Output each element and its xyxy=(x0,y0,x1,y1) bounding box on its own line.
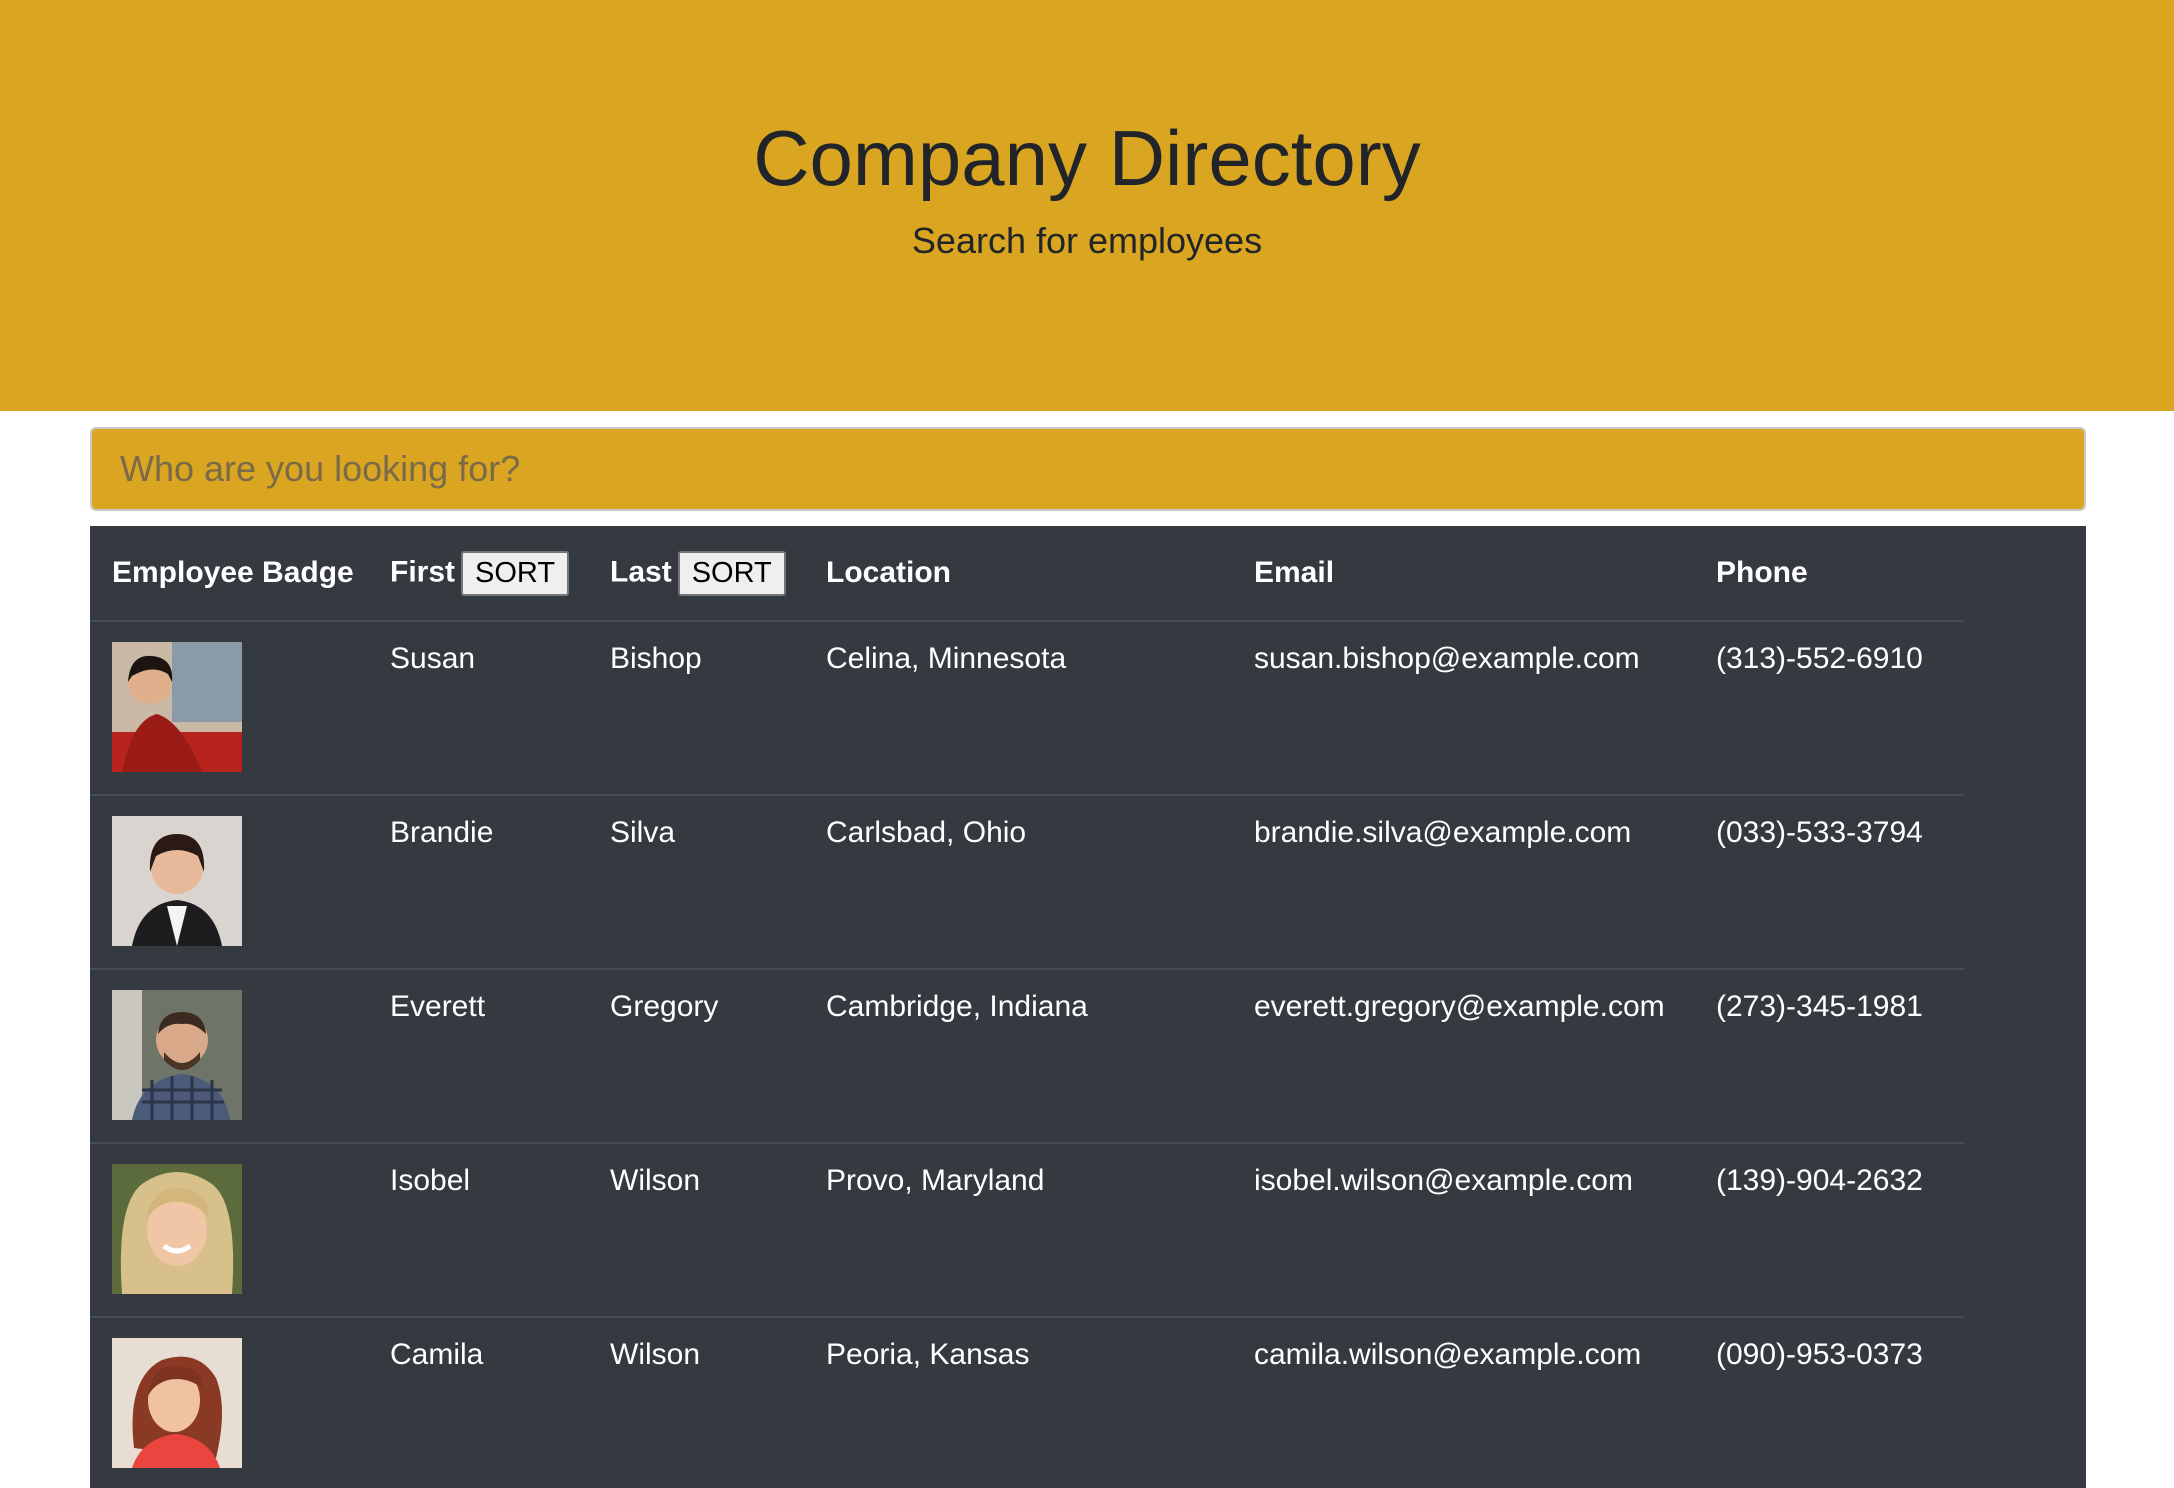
phone-cell: (273)-345-1981 xyxy=(1694,969,1964,1144)
sort-first-button[interactable]: SORT xyxy=(461,550,570,596)
header-employee-badge: Employee Badge xyxy=(90,526,368,622)
page-title: Company Directory xyxy=(753,114,1421,202)
table-header-row: Employee Badge First SORT Last SORT Locati… xyxy=(90,526,1964,622)
email-cell: camila.wilson@example.com xyxy=(1232,1317,1694,1488)
location-cell: Cambridge, Indiana xyxy=(804,969,1232,1144)
email-cell: everett.gregory@example.com xyxy=(1232,969,1694,1144)
header-first: First SORT xyxy=(368,526,588,622)
badge-cell xyxy=(90,1317,368,1488)
first-name-cell: Brandie xyxy=(368,795,588,970)
table-row: Susan Bishop Celina, Minnesota susan.bis… xyxy=(90,621,1964,796)
badge-cell xyxy=(90,795,368,970)
header-email: Email xyxy=(1232,526,1694,622)
last-name-cell: Bishop xyxy=(588,621,804,796)
header-location: Location xyxy=(804,526,1232,622)
phone-cell: (033)-533-3794 xyxy=(1694,795,1964,970)
last-name-cell: Wilson xyxy=(588,1143,804,1318)
email-cell: brandie.silva@example.com xyxy=(1232,795,1694,970)
table-row: Camila Wilson Peoria, Kansas camila.wils… xyxy=(90,1317,1964,1488)
search-input[interactable] xyxy=(90,427,2086,511)
table-row: Everett Gregory Cambridge, Indiana evere… xyxy=(90,969,1964,1144)
phone-cell: (139)-904-2632 xyxy=(1694,1143,1964,1318)
employee-badge-photo xyxy=(112,1338,242,1468)
page-header: Company Directory Search for employees xyxy=(0,0,2174,411)
location-cell: Celina, Minnesota xyxy=(804,621,1232,796)
last-name-cell: Silva xyxy=(588,795,804,970)
search-bar xyxy=(90,427,2086,511)
employee-badge-photo xyxy=(112,816,242,946)
location-cell: Carlsbad, Ohio xyxy=(804,795,1232,970)
sort-last-button[interactable]: SORT xyxy=(677,550,786,596)
table-row: Isobel Wilson Provo, Maryland isobel.wil… xyxy=(90,1143,1964,1318)
badge-cell xyxy=(90,1143,368,1318)
first-name-cell: Everett xyxy=(368,969,588,1144)
phone-cell: (313)-552-6910 xyxy=(1694,621,1964,796)
first-name-cell: Susan xyxy=(368,621,588,796)
location-cell: Provo, Maryland xyxy=(804,1143,1232,1318)
badge-cell xyxy=(90,969,368,1144)
badge-cell xyxy=(90,621,368,796)
table-row: Brandie Silva Carlsbad, Ohio brandie.sil… xyxy=(90,795,1964,970)
header-phone: Phone xyxy=(1694,526,1964,622)
first-name-cell: Camila xyxy=(368,1317,588,1488)
location-cell: Peoria, Kansas xyxy=(804,1317,1232,1488)
header-last: Last SORT xyxy=(588,526,804,622)
employee-badge-photo xyxy=(112,990,242,1120)
first-name-cell: Isobel xyxy=(368,1143,588,1318)
last-name-cell: Wilson xyxy=(588,1317,804,1488)
employee-badge-photo xyxy=(112,642,242,772)
employee-table-container: Employee Badge First SORT Last SORT Locati… xyxy=(90,526,2086,1488)
email-cell: susan.bishop@example.com xyxy=(1232,621,1694,796)
phone-cell: (090)-953-0373 xyxy=(1694,1317,1964,1488)
employee-badge-photo xyxy=(112,1164,242,1294)
email-cell: isobel.wilson@example.com xyxy=(1232,1143,1694,1318)
page-subtitle: Search for employees xyxy=(911,220,1263,261)
header-first-label: First xyxy=(390,554,456,588)
employee-table: Employee Badge First SORT Last SORT Locati… xyxy=(90,526,1964,1488)
header-last-label: Last xyxy=(610,554,672,588)
last-name-cell: Gregory xyxy=(588,969,804,1144)
